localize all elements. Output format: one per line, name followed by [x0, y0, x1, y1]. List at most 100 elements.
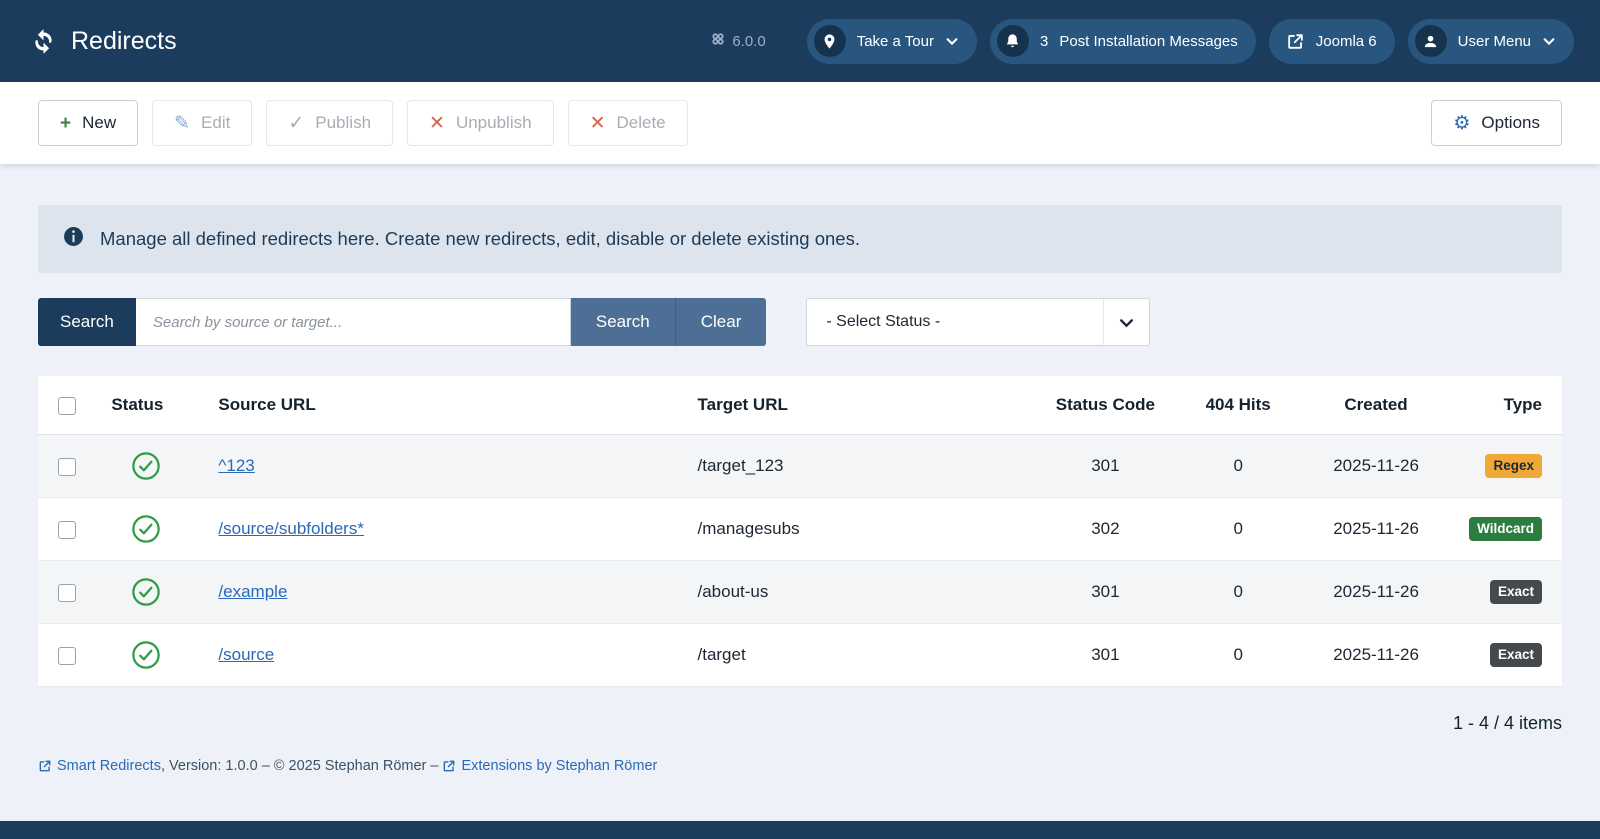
redirects-sync-icon: [30, 28, 57, 55]
header-status-code: Status Code: [1033, 376, 1177, 435]
options-button-label: Options: [1481, 113, 1540, 132]
info-alert: Manage all defined redirects here. Creat…: [38, 205, 1562, 273]
unpublish-button[interactable]: ✕ Unpublish: [407, 100, 554, 146]
external-link-icon: [38, 759, 52, 773]
messages-count-badge: 3: [1039, 32, 1049, 50]
redirects-table-body: ^123 /target_123 301 0 2025-11-26 Regex …: [38, 434, 1562, 687]
bottom-bar: [0, 821, 1600, 839]
pagination-counter: 1 - 4 / 4 items: [1452, 713, 1562, 733]
page-title: Redirects: [71, 26, 177, 55]
type-badge: Exact: [1489, 642, 1542, 668]
created-cell: 2025-11-26: [1333, 645, 1419, 664]
hits-cell: 0: [1233, 456, 1243, 475]
published-check-circle-icon[interactable]: [131, 514, 191, 544]
hits-cell: 0: [1233, 519, 1243, 538]
row-checkbox[interactable]: [58, 457, 76, 476]
source-url-link[interactable]: ^123: [218, 456, 254, 475]
published-check-circle-icon[interactable]: [131, 640, 191, 670]
header-created: Created: [1299, 376, 1453, 435]
hits-cell: 0: [1233, 582, 1243, 601]
row-checkbox[interactable]: [58, 646, 76, 665]
select-all-checkbox[interactable]: [58, 396, 76, 415]
app-brand: Redirects: [30, 27, 177, 56]
info-icon: [63, 226, 84, 252]
source-url-link[interactable]: /source/subfolders*: [218, 519, 364, 538]
status-code-cell: 302: [1091, 519, 1120, 538]
target-url-cell: /target_123: [697, 456, 784, 475]
footer-link1-label: Smart Redirects: [57, 758, 161, 774]
table-header-row: Status Source URL Target URL Status Code…: [38, 376, 1562, 435]
chevron-down-icon: [1542, 34, 1556, 48]
joomla-button-label: Joomla 6: [1315, 32, 1377, 50]
source-url-link[interactable]: /example: [218, 582, 287, 601]
take-a-tour-button[interactable]: Take a Tour: [806, 18, 977, 64]
header-status: Status: [101, 376, 202, 435]
table-row: /example /about-us 301 0 2025-11-26 Exac…: [38, 560, 1562, 624]
publish-button-label: Publish: [315, 113, 372, 132]
table-row: ^123 /target_123 301 0 2025-11-26 Regex: [38, 434, 1562, 498]
pencil-icon: ✎: [174, 112, 191, 134]
row-checkbox[interactable]: [58, 583, 76, 602]
x-icon: ✕: [589, 112, 606, 134]
clear-button[interactable]: Clear: [675, 298, 767, 346]
table-row: /source /target 301 0 2025-11-26 Exact: [38, 624, 1562, 687]
joomla-version: 6.0.0: [711, 32, 766, 50]
joomla-site-button[interactable]: Joomla 6: [1268, 18, 1395, 64]
type-badge: Exact: [1489, 579, 1542, 605]
plus-icon: +: [60, 112, 72, 134]
header-source-url: Source URL: [201, 376, 682, 435]
created-cell: 2025-11-26: [1333, 582, 1419, 601]
smart-redirects-link[interactable]: Smart Redirects: [38, 758, 161, 774]
status-code-cell: 301: [1091, 456, 1120, 475]
redirects-table: Status Source URL Target URL Status Code…: [38, 376, 1562, 687]
header-404-hits: 404 Hits: [1176, 376, 1300, 435]
gear-icon: ⚙: [1453, 112, 1471, 134]
header-target-url: Target URL: [681, 376, 1034, 435]
published-check-circle-icon[interactable]: [131, 577, 191, 607]
source-url-link[interactable]: /source: [218, 645, 274, 664]
status-filter-select[interactable]: - Select Status -: [806, 298, 1151, 346]
version-number: 6.0.0: [732, 32, 766, 50]
external-link-icon: [1286, 32, 1305, 51]
footer-link2-label: Extensions by Stephan Römer: [461, 758, 658, 774]
external-link-icon: [442, 759, 456, 773]
type-badge: Regex: [1485, 453, 1542, 479]
tour-pin-icon: [813, 25, 846, 57]
app-header: Redirects 6.0.0 Take a Tour 3 Post Insta…: [0, 0, 1600, 82]
check-icon: ✓: [288, 112, 305, 134]
search-label: Search: [38, 298, 136, 346]
user-menu-button[interactable]: User Menu: [1407, 18, 1574, 64]
new-button-label: New: [82, 113, 117, 132]
edit-button-label: Edit: [201, 113, 231, 132]
search-button[interactable]: Search: [570, 298, 676, 346]
edit-button[interactable]: ✎ Edit: [152, 100, 253, 146]
row-checkbox[interactable]: [58, 520, 76, 539]
header-type: Type: [1452, 376, 1562, 435]
status-filter-value: - Select Status -: [826, 313, 941, 330]
delete-button[interactable]: ✕ Delete: [567, 100, 688, 146]
publish-button[interactable]: ✓ Publish: [266, 100, 394, 146]
joomla-logo-icon: [711, 32, 725, 50]
options-button[interactable]: ⚙ Options: [1431, 100, 1562, 146]
unpublish-button-label: Unpublish: [455, 113, 532, 132]
status-code-cell: 301: [1091, 582, 1120, 601]
new-button[interactable]: + New: [38, 100, 139, 146]
extensions-link[interactable]: Extensions by Stephan Römer: [442, 758, 657, 774]
footer-text: , Version: 1.0.0 – © 2025 Stephan Römer …: [160, 758, 443, 774]
published-check-circle-icon[interactable]: [131, 451, 191, 481]
target-url-cell: /about-us: [697, 582, 769, 601]
created-cell: 2025-11-26: [1333, 519, 1419, 538]
delete-button-label: Delete: [616, 113, 666, 132]
post-installation-messages-button[interactable]: 3 Post Installation Messages: [989, 18, 1256, 64]
chevron-down-icon: [945, 34, 959, 48]
hits-cell: 0: [1233, 645, 1243, 664]
table-row: /source/subfolders* /managesubs 302 0 20…: [38, 498, 1562, 561]
toolbar: + New ✎ Edit ✓ Publish ✕ Unpublish ✕ Del…: [0, 82, 1600, 164]
type-badge: Wildcard: [1469, 516, 1542, 542]
search-input[interactable]: [135, 298, 571, 346]
filter-bar: Search Search Clear - Select Status -: [38, 298, 1562, 346]
bell-icon: [996, 25, 1029, 57]
messages-button-label: Post Installation Messages: [1059, 32, 1238, 50]
alert-text: Manage all defined redirects here. Creat…: [100, 228, 860, 249]
target-url-cell: /target: [697, 645, 746, 664]
